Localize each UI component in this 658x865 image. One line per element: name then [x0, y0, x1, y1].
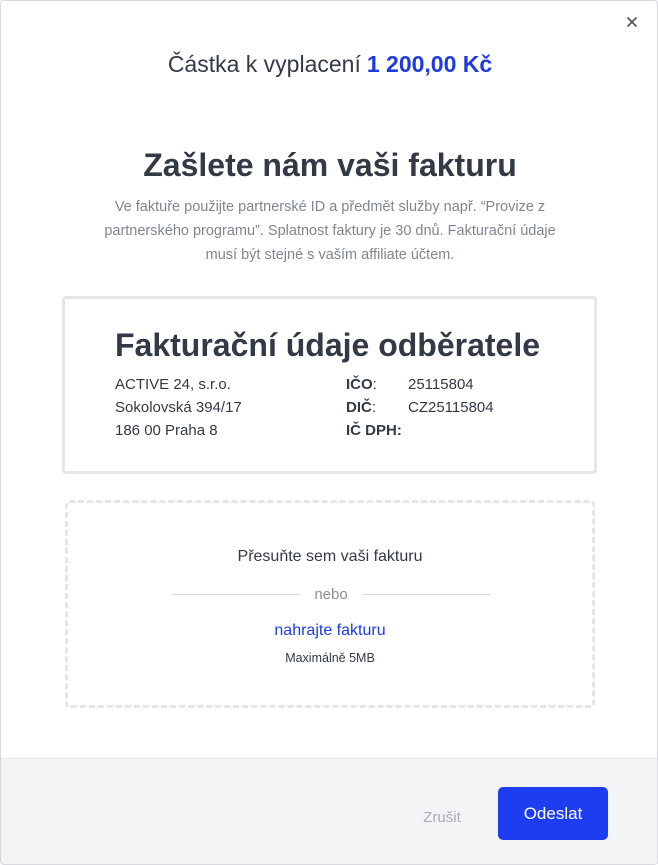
cancel-button[interactable]: Zrušit	[405, 805, 479, 831]
page-title: Zašlete nám vaši fakturu	[143, 147, 517, 183]
id-key: DIČ	[346, 399, 372, 416]
invoice-dropzone[interactable]: Přesuňte sem vaši fakturu nebo nahrajte …	[65, 500, 595, 708]
id-row-ic-dph: IČ DPH:	[346, 422, 402, 439]
send-button[interactable]: Odeslat	[498, 787, 608, 840]
id-row-dic: DIČ: CZ25115804	[346, 396, 494, 419]
page-description: Ve faktuře použijte partnerské ID a před…	[104, 199, 556, 263]
payout-amount-label: Částka k vyplacení	[167, 51, 361, 77]
address-line: ACTIVE 24, s.r.o.	[115, 376, 231, 393]
invoice-modal: Částka k vyplacení 1 200,00 Kč Zašlete ná…	[0, 0, 658, 865]
close-icon	[627, 17, 637, 27]
billing-title: Fakturační údaje odběratele	[115, 327, 541, 363]
or-text: nebo	[314, 585, 348, 603]
divider-line	[172, 593, 301, 595]
address-line: 186 00 Praha 8	[115, 422, 218, 439]
id-value: CZ25115804	[408, 399, 494, 416]
id-key: IČO	[346, 376, 373, 393]
billing-address: ACTIVE 24, s.r.o. Sokolovská 394/17 186 …	[115, 373, 242, 442]
payout-amount-value: 1 200,00 Kč	[366, 51, 493, 77]
max-size-note: Maximálně 5MB	[285, 651, 375, 665]
billing-ids: IČO: 25115804 DIČ: CZ25115804 IČ DPH:	[346, 373, 494, 442]
payout-amount: Částka k vyplacení 1 200,00 Kč	[1, 51, 657, 78]
id-key: IČ DPH	[346, 422, 397, 439]
address-line: Sokolovská 394/17	[115, 399, 242, 416]
id-value: 25115804	[408, 376, 474, 393]
billing-details-card: Fakturační údaje odběratele ACTIVE 24, s…	[62, 296, 597, 474]
divider-line	[361, 593, 490, 595]
or-divider: nebo	[172, 584, 490, 604]
dropzone-text: Přesuňte sem vaši fakturu	[237, 548, 423, 565]
close-button[interactable]	[625, 15, 639, 29]
id-row-ico: IČO: 25115804	[346, 373, 494, 396]
modal-footer: Zrušit Odeslat	[1, 758, 657, 864]
upload-invoice-link[interactable]: nahrajte fakturu	[68, 622, 592, 640]
